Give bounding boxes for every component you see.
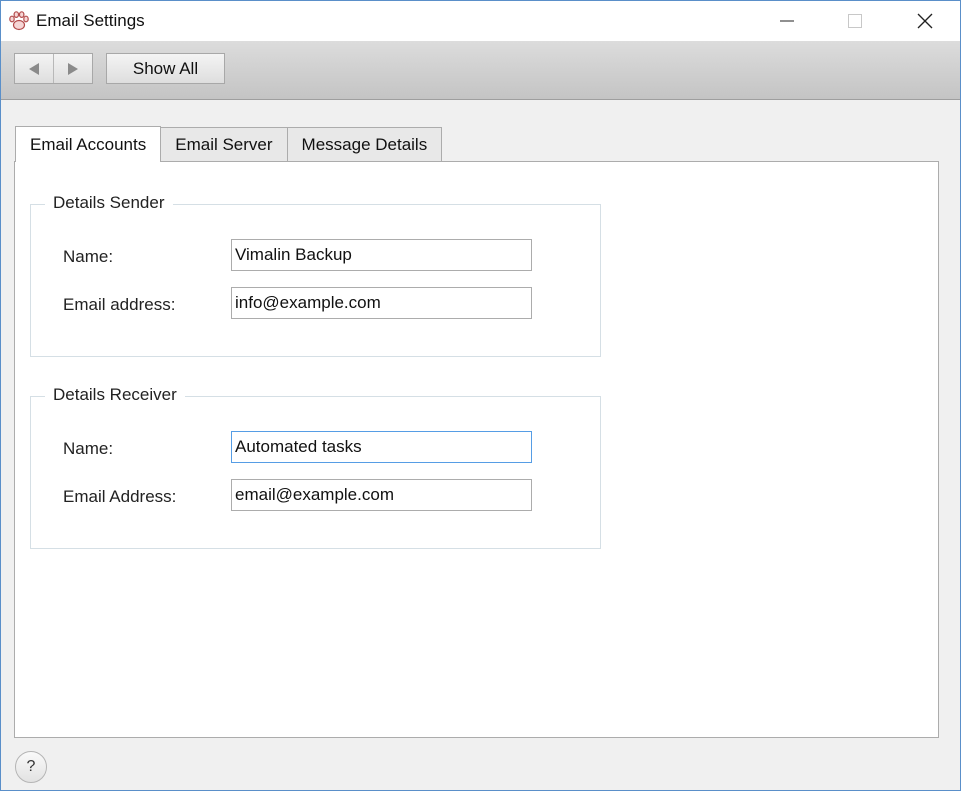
sender-name-input[interactable] xyxy=(231,239,532,271)
email-accounts-panel: Details Sender Name: Email address: Deta… xyxy=(14,161,939,738)
sender-name-label: Name: xyxy=(63,247,114,266)
show-all-button[interactable]: Show All xyxy=(106,53,225,84)
arrow-left-icon xyxy=(29,62,39,75)
receiver-name-input[interactable] xyxy=(231,431,532,463)
receiver-name-label: Name: xyxy=(63,439,114,458)
window-title: Email Settings xyxy=(36,11,145,30)
receiver-email-label: Email Address: xyxy=(63,487,177,506)
navigation-buttons xyxy=(14,53,93,84)
back-button[interactable] xyxy=(15,54,53,83)
title-bar: Email Settings xyxy=(1,1,960,41)
receiver-group: Details Receiver Name: Email Address: xyxy=(30,385,601,549)
help-button[interactable]: ? xyxy=(15,751,47,783)
tab-strip: Email Accounts Email Server Message Deta… xyxy=(15,126,443,162)
maximize-icon xyxy=(848,14,862,28)
sender-group: Details Sender Name: Email address: xyxy=(30,193,601,357)
email-settings-window: Email Settings Show All Email Accounts E… xyxy=(0,0,961,791)
forward-button[interactable] xyxy=(53,54,92,83)
arrow-right-icon xyxy=(68,62,78,75)
tab-message-details[interactable]: Message Details xyxy=(286,127,443,162)
receiver-group-title: Details Receiver xyxy=(45,385,185,405)
minimize-button[interactable] xyxy=(752,1,822,41)
sender-group-title: Details Sender xyxy=(45,193,173,213)
tab-email-accounts[interactable]: Email Accounts xyxy=(15,126,162,162)
toolbar: Show All xyxy=(1,41,960,100)
receiver-email-input[interactable] xyxy=(231,479,532,511)
maximize-button[interactable] xyxy=(820,1,890,41)
close-icon xyxy=(917,13,933,29)
minimize-icon xyxy=(780,20,794,22)
sender-email-label: Email address: xyxy=(63,295,176,314)
tab-email-server[interactable]: Email Server xyxy=(160,127,288,162)
close-button[interactable] xyxy=(890,1,960,41)
sender-email-input[interactable] xyxy=(231,287,532,319)
paw-icon xyxy=(9,11,29,31)
